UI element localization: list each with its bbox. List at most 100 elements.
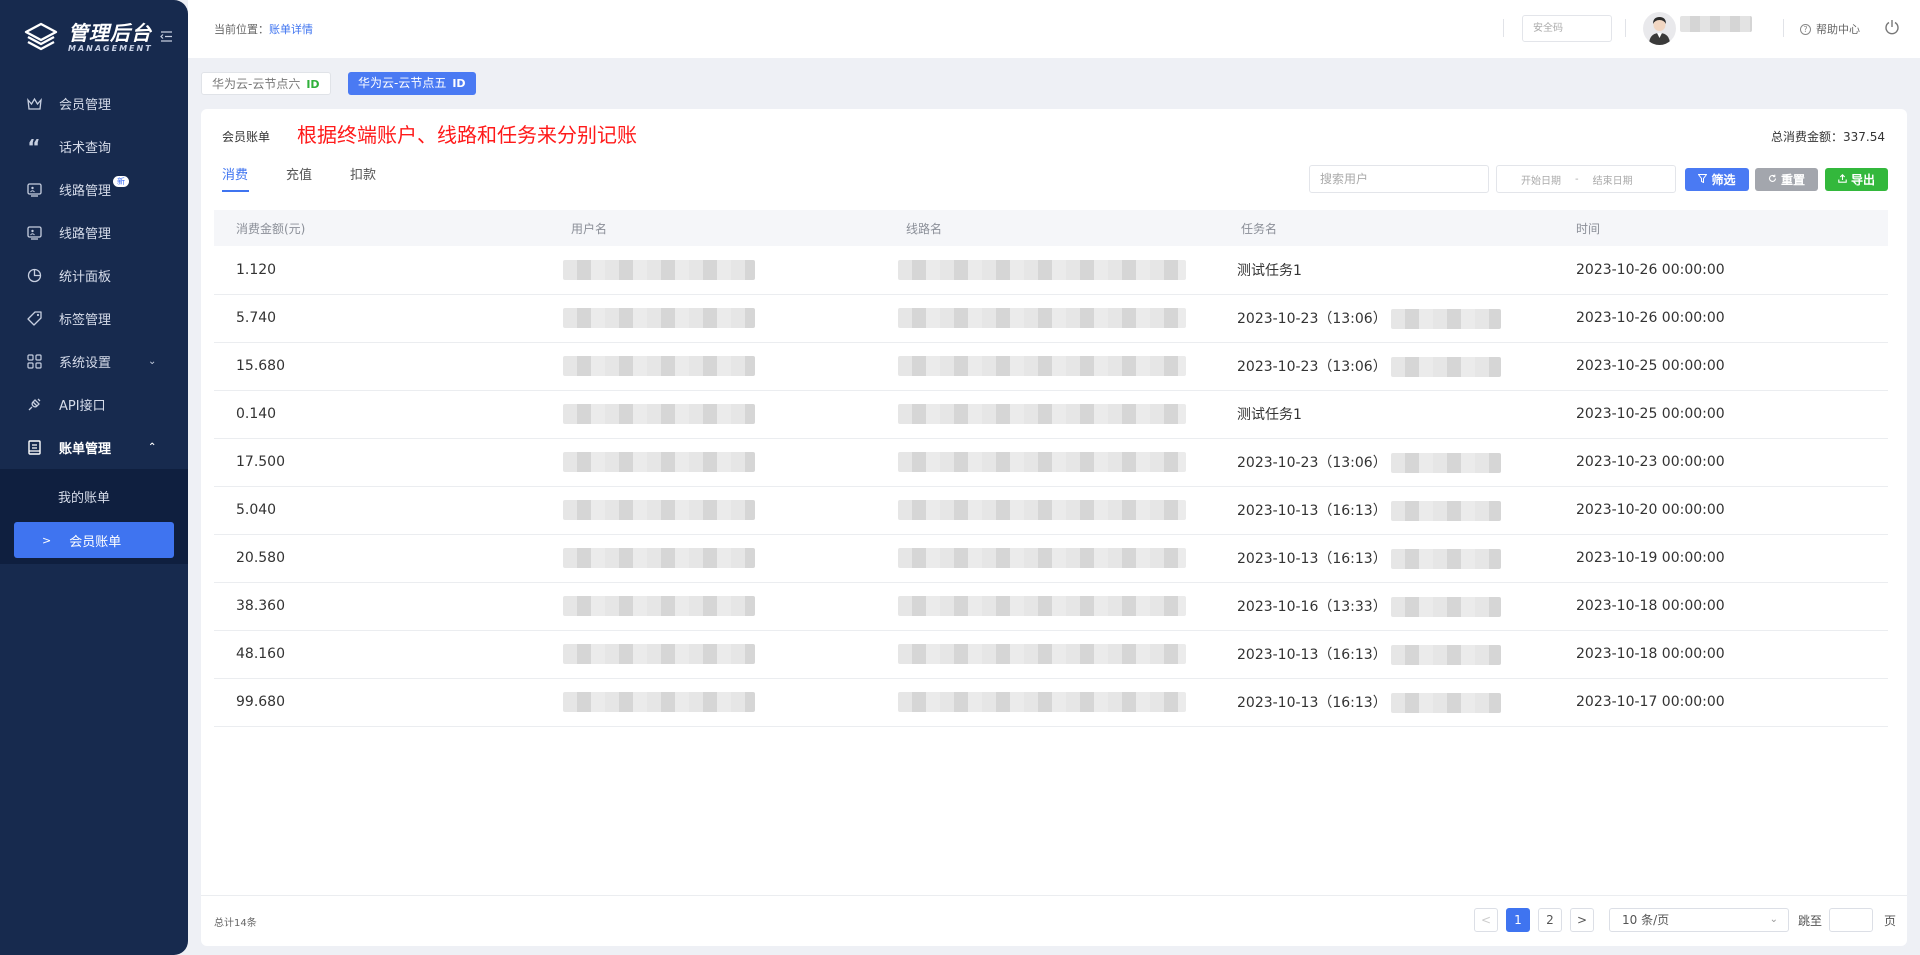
help-center-link[interactable]: ? 帮助中心: [1800, 21, 1860, 37]
redacted-username: [563, 596, 755, 616]
date-range-picker[interactable]: 开始日期 - 结束日期: [1496, 165, 1676, 193]
task-cell: 2023-10-23（13:06）: [1219, 294, 1554, 342]
table-body: 1.120 测试任务1 2023-10-26 00:00:00 5.740 2023-1…: [214, 246, 1888, 726]
bill-icon: [26, 440, 42, 456]
app-subtitle: MANAGEMENT: [68, 44, 153, 53]
bill-tabs: 消费 充值 扣款: [222, 164, 414, 192]
username-cell: [549, 630, 884, 678]
next-page-button[interactable]: >: [1570, 908, 1594, 932]
line-cell: [884, 438, 1219, 486]
end-date-input[interactable]: 结束日期: [1593, 172, 1633, 187]
filter-button[interactable]: 筛选: [1685, 168, 1749, 191]
amount-cell: 5.040: [236, 502, 277, 518]
redacted-username: [563, 452, 755, 472]
safe-code-input[interactable]: 安全码: [1522, 15, 1612, 42]
node-tag-label: 华为云-云节点五: [358, 76, 447, 90]
sidebar: 管理后台 MANAGEMENT 会员管理 “ 话术查询 线路管理 新 线路管理 …: [0, 0, 188, 955]
tab-consumption[interactable]: 消费: [222, 164, 250, 192]
table-footer: 总计14条 < 1 2 > 10 条/页 ⌄ 跳至 页: [201, 895, 1907, 946]
tab-recharge[interactable]: 充值: [286, 164, 312, 192]
reset-button[interactable]: 重置: [1755, 168, 1818, 191]
node-tag-id: ID: [452, 77, 466, 90]
col-username: 用户名: [571, 221, 608, 236]
username-cell: [549, 486, 884, 534]
user-avatar-icon: [1649, 17, 1670, 45]
refresh-icon: [1768, 174, 1777, 186]
table-row: 38.360 2023-10-16（13:33） 2023-10-18 00:00:…: [214, 582, 1888, 630]
task-name: 2023-10-23（13:06）: [1237, 310, 1387, 327]
layers-logo-icon: [24, 22, 58, 51]
sidebar-item-lines[interactable]: 线路管理: [0, 211, 188, 254]
redacted-username: [563, 259, 755, 280]
avatar[interactable]: [1643, 12, 1676, 45]
time-cell: 2023-10-20 00:00:00: [1576, 502, 1725, 518]
task-name: 2023-10-13（16:13）: [1237, 550, 1387, 567]
page-2-button[interactable]: 2: [1538, 908, 1562, 932]
prev-page-button[interactable]: <: [1474, 908, 1498, 932]
table-row: 5.040 2023-10-13（16:13） 2023-10-20 00:00:0…: [214, 486, 1888, 534]
sidebar-item-stats[interactable]: 统计面板: [0, 254, 188, 297]
sidebar-item-settings[interactable]: 系统设置 ⌄: [0, 340, 188, 383]
page-1-button[interactable]: 1: [1506, 908, 1530, 932]
tab-deduction[interactable]: 扣款: [350, 164, 376, 192]
logo: 管理后台 MANAGEMENT: [24, 20, 174, 56]
table-header-row: 消费金额(元) 用户名 线路名 任务名 时间: [214, 210, 1888, 246]
username-cell: [549, 534, 884, 582]
submenu-item-label: 会员账单: [69, 534, 122, 550]
redacted-line-name: [898, 596, 1186, 616]
sidebar-item-api[interactable]: API接口: [0, 383, 188, 426]
export-button[interactable]: 导出: [1825, 168, 1888, 191]
breadcrumb-current[interactable]: 账单详情: [269, 23, 313, 36]
start-date-input[interactable]: 开始日期: [1521, 172, 1561, 187]
power-icon[interactable]: [1884, 19, 1900, 35]
redacted-task-suffix: [1390, 452, 1501, 473]
sidebar-item-tags[interactable]: 标签管理: [0, 297, 188, 340]
redacted-task-suffix: [1390, 596, 1501, 617]
sidebar-item-script-query[interactable]: “ 话术查询: [0, 125, 188, 168]
redacted-line-name: [898, 500, 1186, 520]
sidebar-item-billing[interactable]: 账单管理 ⌃: [0, 426, 188, 469]
time-cell: 2023-10-17 00:00:00: [1576, 694, 1725, 710]
col-time: 时间: [1576, 221, 1601, 236]
node-tag-label: 华为云-云节点六: [212, 77, 301, 91]
page-size-value: 10 条/页: [1622, 913, 1670, 927]
app-title: 管理后台: [68, 21, 152, 45]
search-user-input[interactable]: 搜索用户: [1309, 165, 1489, 193]
chevron-down-icon: ⌄: [1769, 914, 1778, 925]
line-cell: [884, 678, 1219, 726]
submenu-item-member-bills[interactable]: > 会员账单: [14, 522, 174, 558]
time-cell: 2023-10-23 00:00:00: [1576, 454, 1725, 470]
sidebar-item-member[interactable]: 会员管理: [0, 82, 188, 125]
card-title: 会员账单: [222, 130, 271, 144]
line-cell: [884, 486, 1219, 534]
menu-collapse-icon[interactable]: [160, 31, 173, 42]
col-amount: 消费金额(元): [236, 221, 306, 236]
breadcrumb: 当前位置：账单详情: [214, 21, 313, 37]
task-name: 2023-10-13（16:13）: [1237, 694, 1387, 711]
line-cell: [884, 294, 1219, 342]
redacted-line-name: [898, 548, 1186, 568]
page-size-select[interactable]: 10 条/页 ⌄: [1609, 908, 1789, 932]
sidebar-item-lines-new[interactable]: 线路管理 新: [0, 168, 188, 211]
jump-page-input[interactable]: [1829, 908, 1873, 932]
node-tag-active[interactable]: 华为云-云节点五 ID: [348, 72, 476, 95]
redacted-task-suffix: [1390, 356, 1501, 377]
amount-cell: 5.740: [236, 310, 277, 326]
card-note: 根据终端账户、线路和任务来分别记账: [297, 123, 637, 147]
upload-icon: [1838, 173, 1847, 186]
pagination: < 1 2 >: [1474, 908, 1602, 932]
task-name: 2023-10-16（13:33）: [1237, 598, 1387, 615]
node-tag[interactable]: 华为云-云节点六 ID: [201, 72, 331, 95]
redacted-username: [563, 308, 755, 328]
monitor-icon: [26, 225, 42, 241]
redacted-username: [563, 500, 755, 520]
redacted-username: [563, 356, 755, 376]
submenu-item-my-bills[interactable]: 我的账单: [0, 475, 188, 518]
time-cell: 2023-10-18 00:00:00: [1576, 598, 1725, 614]
username[interactable]: [1680, 16, 1752, 32]
bill-table: 消费金额(元) 用户名 线路名 任务名 时间 1.120 测试任务1 2023-10…: [214, 210, 1888, 727]
time-cell: 2023-10-19 00:00:00: [1576, 550, 1725, 566]
monitor-icon: [26, 182, 42, 198]
redacted-task-suffix: [1390, 548, 1501, 569]
member-bill-card: 会员账单 根据终端账户、线路和任务来分别记账 总消费金额：337.54 消费 充…: [201, 109, 1907, 946]
